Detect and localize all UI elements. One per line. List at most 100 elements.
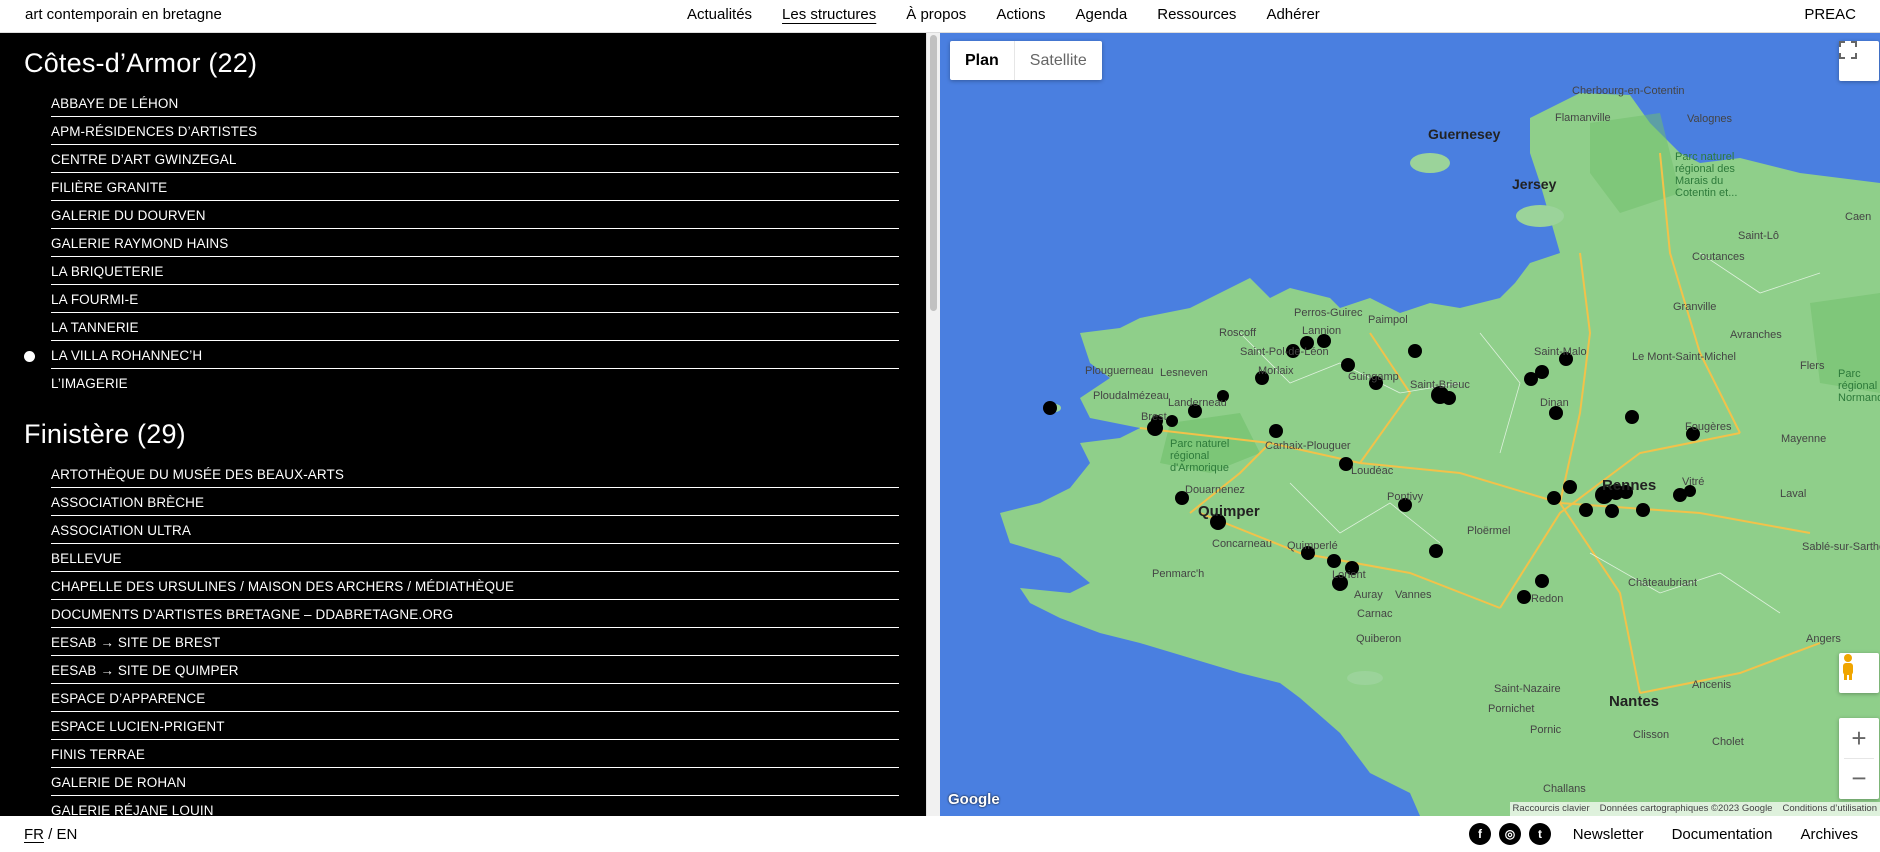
map-marker	[1535, 365, 1549, 379]
list-item[interactable]: APM-Résidences d’artistes	[51, 117, 899, 145]
instagram-icon[interactable]: ◎	[1499, 823, 1521, 845]
structures-list: Côtes-d’Armor (22) Abbaye de Léhon APM-R…	[0, 33, 926, 816]
list-item[interactable]: EESAB → site de Brest	[51, 628, 899, 656]
list-item[interactable]: Galerie Réjane Louin	[51, 796, 899, 816]
list-item-selected[interactable]: La Villa Rohannec’h	[24, 341, 899, 369]
list-scrollbar[interactable]	[926, 33, 940, 816]
google-logo[interactable]: Google	[948, 791, 1000, 808]
map-label: Lesneven	[1160, 367, 1208, 379]
list-item[interactable]: La Fourmi-e	[51, 285, 899, 313]
list-item[interactable]: Abbaye de Léhon	[51, 89, 899, 117]
map-label: Penmarc'h	[1152, 568, 1205, 580]
list-item[interactable]: Chapelle des Ursulines / Maison des arch…	[51, 572, 899, 600]
list-item[interactable]: Galerie Raymond Hains	[51, 229, 899, 257]
list-item[interactable]: Documents d’artistes Bretagne – ddabreta…	[51, 600, 899, 628]
map-label: Vitré	[1682, 476, 1705, 488]
zoom-out-button[interactable]: −	[1851, 759, 1866, 799]
list-item[interactable]: Galerie du Dourven	[51, 201, 899, 229]
map-marker	[1517, 590, 1531, 604]
map-label: Le Mont-Saint-Michel	[1632, 351, 1736, 363]
list-item[interactable]: EESAB → site de Quimper	[51, 656, 899, 684]
list-item[interactable]: La Briqueterie	[51, 257, 899, 285]
map-label: Quimperlé	[1287, 540, 1338, 552]
map-label: Quiberon	[1356, 633, 1402, 645]
main-nav: Actualités Les structures À propos Actio…	[687, 6, 1350, 23]
list-item[interactable]: Espace Lucien-Prigent	[51, 712, 899, 740]
map-island-jersey	[1516, 205, 1564, 227]
list-item[interactable]: Galerie de Rohan	[51, 768, 899, 796]
map-label: Carhaix-Plouguer	[1265, 440, 1351, 452]
list-item[interactable]: L’Imagerie	[51, 369, 899, 397]
map-view[interactable]: Guernesey Jersey Cherbourg-en-Cotentin V…	[940, 33, 1880, 816]
fullscreen-button[interactable]	[1839, 41, 1879, 81]
terms-of-use-link[interactable]: Conditions d’utilisation	[1782, 802, 1877, 816]
map-marker	[1547, 491, 1561, 505]
map-label: Guingamp	[1348, 371, 1399, 383]
map-label: Saint-Pol-de-Léon	[1240, 346, 1329, 358]
nav-a-propos[interactable]: À propos	[906, 6, 966, 23]
nav-les-structures[interactable]: Les structures	[782, 6, 876, 23]
map-label: Perros-Guirec	[1294, 307, 1363, 319]
map-data-credit: Données cartographiques ©2023 Google	[1599, 803, 1773, 814]
map-label: Concarneau	[1212, 538, 1272, 550]
list-item[interactable]: Association Brèche	[51, 488, 899, 516]
map-type-satellite-button[interactable]: Satellite	[1015, 41, 1102, 80]
twitter-icon[interactable]: t	[1529, 823, 1551, 845]
list-item[interactable]: Bellevue	[51, 544, 899, 572]
map-label: Sablé-sur-Sarthe	[1802, 541, 1880, 553]
nav-ressources[interactable]: Ressources	[1157, 6, 1236, 23]
region-finistere: Finistère (29) Artothèque du musée des b…	[0, 414, 926, 816]
map-island-guernsey	[1410, 153, 1450, 173]
site-title[interactable]: art contemporain en bretagne	[25, 6, 222, 23]
map-label: Cholet	[1712, 736, 1744, 748]
nav-actions[interactable]: Actions	[996, 6, 1045, 23]
list-item[interactable]: Artothèque du musée des beaux-arts	[51, 460, 899, 488]
list-item[interactable]: Espace d’apparence	[51, 684, 899, 712]
region-cotes-darmor: Côtes-d’Armor (22) Abbaye de Léhon APM-R…	[0, 43, 926, 397]
map-label: Dinan	[1540, 397, 1569, 409]
facebook-icon[interactable]: f	[1469, 823, 1491, 845]
map-marker	[1636, 503, 1650, 517]
lang-en-link[interactable]: EN	[57, 826, 78, 843]
map-label: Coutances	[1692, 251, 1745, 263]
list-item[interactable]: Centre d’art Gwinzegal	[51, 145, 899, 173]
map-label: Saint-Brieuc	[1410, 379, 1470, 391]
map-label: Lannion	[1302, 325, 1342, 337]
scrollbar-thumb[interactable]	[930, 35, 937, 311]
map-land-mainland	[1000, 93, 1880, 816]
top-bar: art contemporain en bretagne Actualités …	[0, 0, 1880, 33]
list-item[interactable]: Finis Terrae	[51, 740, 899, 768]
map-label: Lorient	[1332, 569, 1366, 581]
nav-adherer[interactable]: Adhérer	[1266, 6, 1319, 23]
map-label: Châteaubriant	[1628, 577, 1698, 589]
list-item[interactable]: La Tannerie	[51, 313, 899, 341]
map-type-toggle: Plan Satellite	[950, 41, 1102, 80]
map-marker	[1043, 401, 1057, 415]
map-marker	[1605, 504, 1619, 518]
map-marker	[1563, 480, 1577, 494]
list-item[interactable]: Association Ultra	[51, 516, 899, 544]
map-marker	[1166, 415, 1178, 427]
map-label: Parc naturel régional des Marais du Cote…	[1675, 151, 1738, 199]
lang-fr-link[interactable]: FR	[24, 826, 44, 843]
nav-agenda[interactable]: Agenda	[1076, 6, 1128, 23]
street-view-pegman-button[interactable]	[1839, 653, 1879, 693]
keyboard-shortcuts-link[interactable]: Raccourcis clavier	[1513, 802, 1590, 816]
zoom-in-button[interactable]: +	[1851, 718, 1866, 758]
footer: FR / EN f ◎ t Newsletter Documentation A…	[0, 816, 1880, 852]
map-label: Brest	[1141, 411, 1167, 423]
preac-link[interactable]: PREAC	[1804, 6, 1856, 23]
archives-link[interactable]: Archives	[1800, 826, 1858, 843]
map-marker	[1327, 554, 1341, 568]
newsletter-link[interactable]: Newsletter	[1573, 826, 1644, 843]
map-marker	[1625, 410, 1639, 424]
fullscreen-icon	[1839, 41, 1857, 59]
map-label: Avranches	[1730, 329, 1782, 341]
map-type-plan-button[interactable]: Plan	[950, 41, 1015, 80]
region-title: Finistère (29)	[24, 419, 186, 449]
nav-actualites[interactable]: Actualités	[687, 6, 752, 23]
map-label: Pontivy	[1387, 491, 1424, 503]
documentation-link[interactable]: Documentation	[1672, 826, 1773, 843]
list-item[interactable]: Filière granite	[51, 173, 899, 201]
map-label: Rennes	[1602, 477, 1657, 494]
